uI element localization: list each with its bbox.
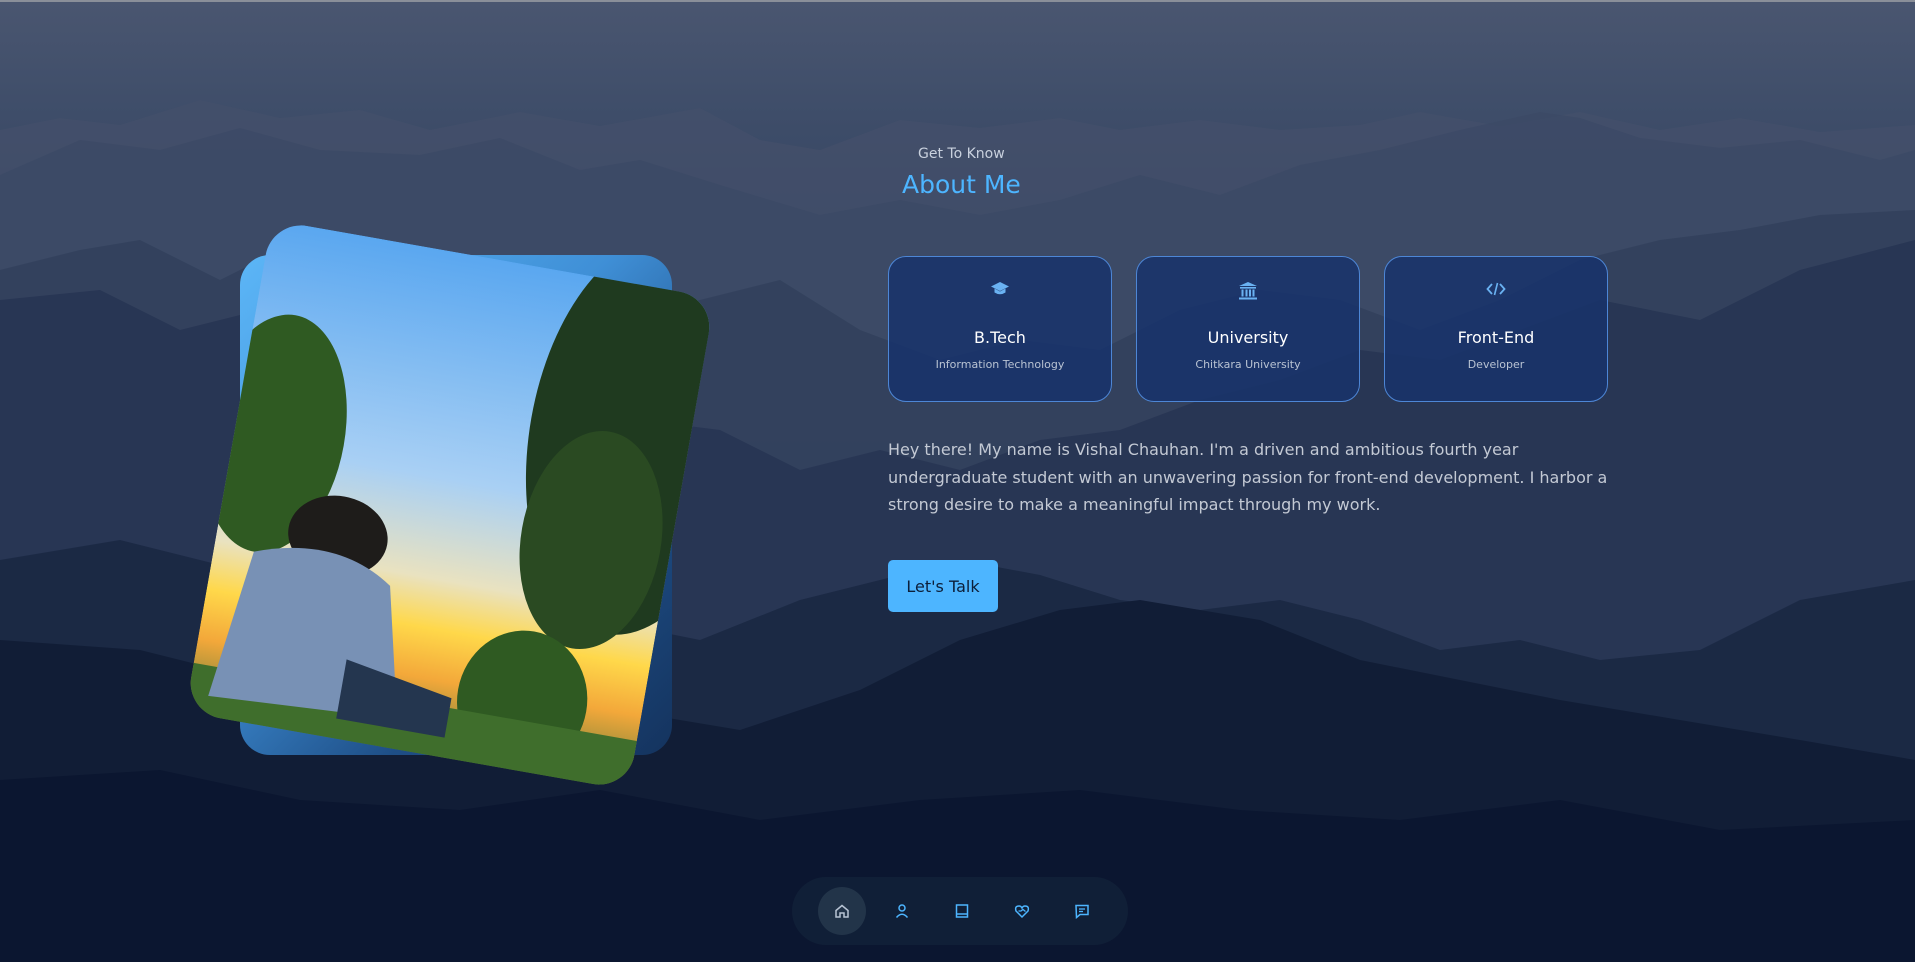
card-title: B.Tech [974,328,1026,347]
home-icon [835,904,849,918]
code-icon [1385,281,1607,301]
lets-talk-button[interactable]: Let's Talk [888,560,998,612]
intro-subtitle: Get To Know [918,146,1005,162]
card-title: Front-End [1457,328,1535,347]
bottom-nav [792,877,1128,945]
card-university: University Chitkara University [1136,256,1360,402]
institution-icon [1137,281,1359,301]
nav-services[interactable] [998,887,1046,935]
graduation-cap-icon [889,281,1111,301]
profile-photo [185,219,715,791]
services-icon [1014,905,1030,919]
nav-experience[interactable] [938,887,986,935]
nav-contact[interactable] [1058,887,1106,935]
card-title: University [1207,328,1289,347]
message-icon [1075,904,1089,919]
card-education: B.Tech Information Technology [888,256,1112,402]
card-role: Front-End Developer [1384,256,1608,402]
card-subtitle: Chitkara University [1195,358,1301,371]
nav-home[interactable] [818,887,866,935]
book-icon [955,904,969,918]
user-icon [895,904,909,919]
card-subtitle: Information Technology [935,358,1065,371]
nav-about[interactable] [878,887,926,935]
bio-text: Hey there! My name is Vishal Chauhan. I'… [888,440,1608,514]
card-subtitle: Developer [1467,358,1525,371]
section-title: About Me [902,170,1021,199]
